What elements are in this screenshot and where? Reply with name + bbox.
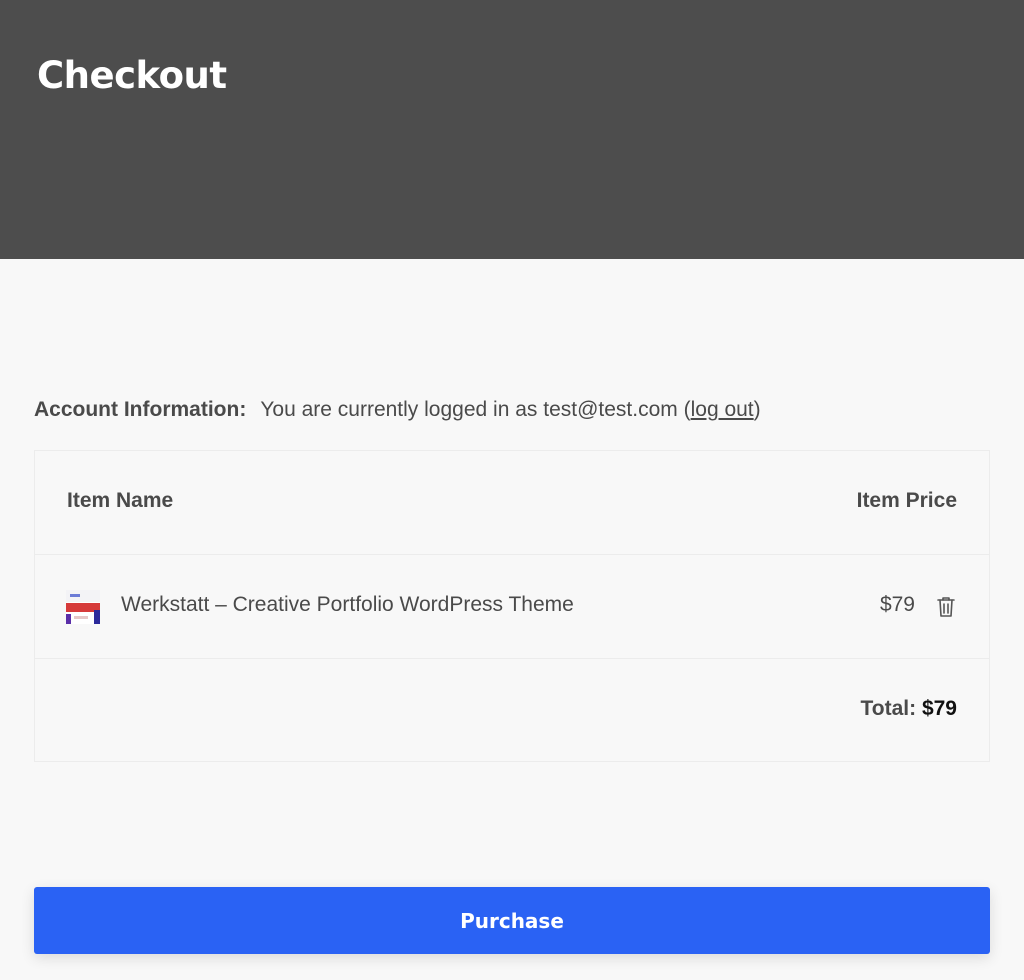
purchase-button[interactable]: Purchase: [34, 887, 990, 954]
item-price: $79: [879, 593, 915, 616]
theme-thumbnail: [66, 590, 100, 624]
logged-in-message-end: ): [753, 398, 761, 421]
logged-in-message: You are currently logged in as test@test…: [260, 398, 691, 421]
cart-table: Item Name Item Price Werkstatt – Creativ…: [34, 450, 990, 762]
item-name-header: Item Name: [67, 489, 174, 512]
cart-total-row: Total: $79: [35, 659, 989, 763]
total-value: $79: [921, 697, 957, 720]
logout-link[interactable]: log out: [691, 398, 754, 421]
trash-icon[interactable]: [935, 595, 957, 619]
cart-header-row: Item Name Item Price: [35, 451, 989, 555]
cart-total: Total: $79: [861, 697, 958, 721]
page-header: Checkout: [0, 0, 1024, 259]
total-label: Total:: [860, 697, 917, 720]
account-information-label: Account Information:: [34, 398, 247, 421]
page-title: Checkout: [37, 54, 227, 97]
item-name: Werkstatt – Creative Portfolio WordPress…: [121, 593, 574, 616]
item-price-header: Item Price: [856, 489, 957, 512]
account-information: Account Information: You are currently lo…: [34, 396, 761, 424]
cart-item-row: Werkstatt – Creative Portfolio WordPress…: [35, 555, 989, 659]
